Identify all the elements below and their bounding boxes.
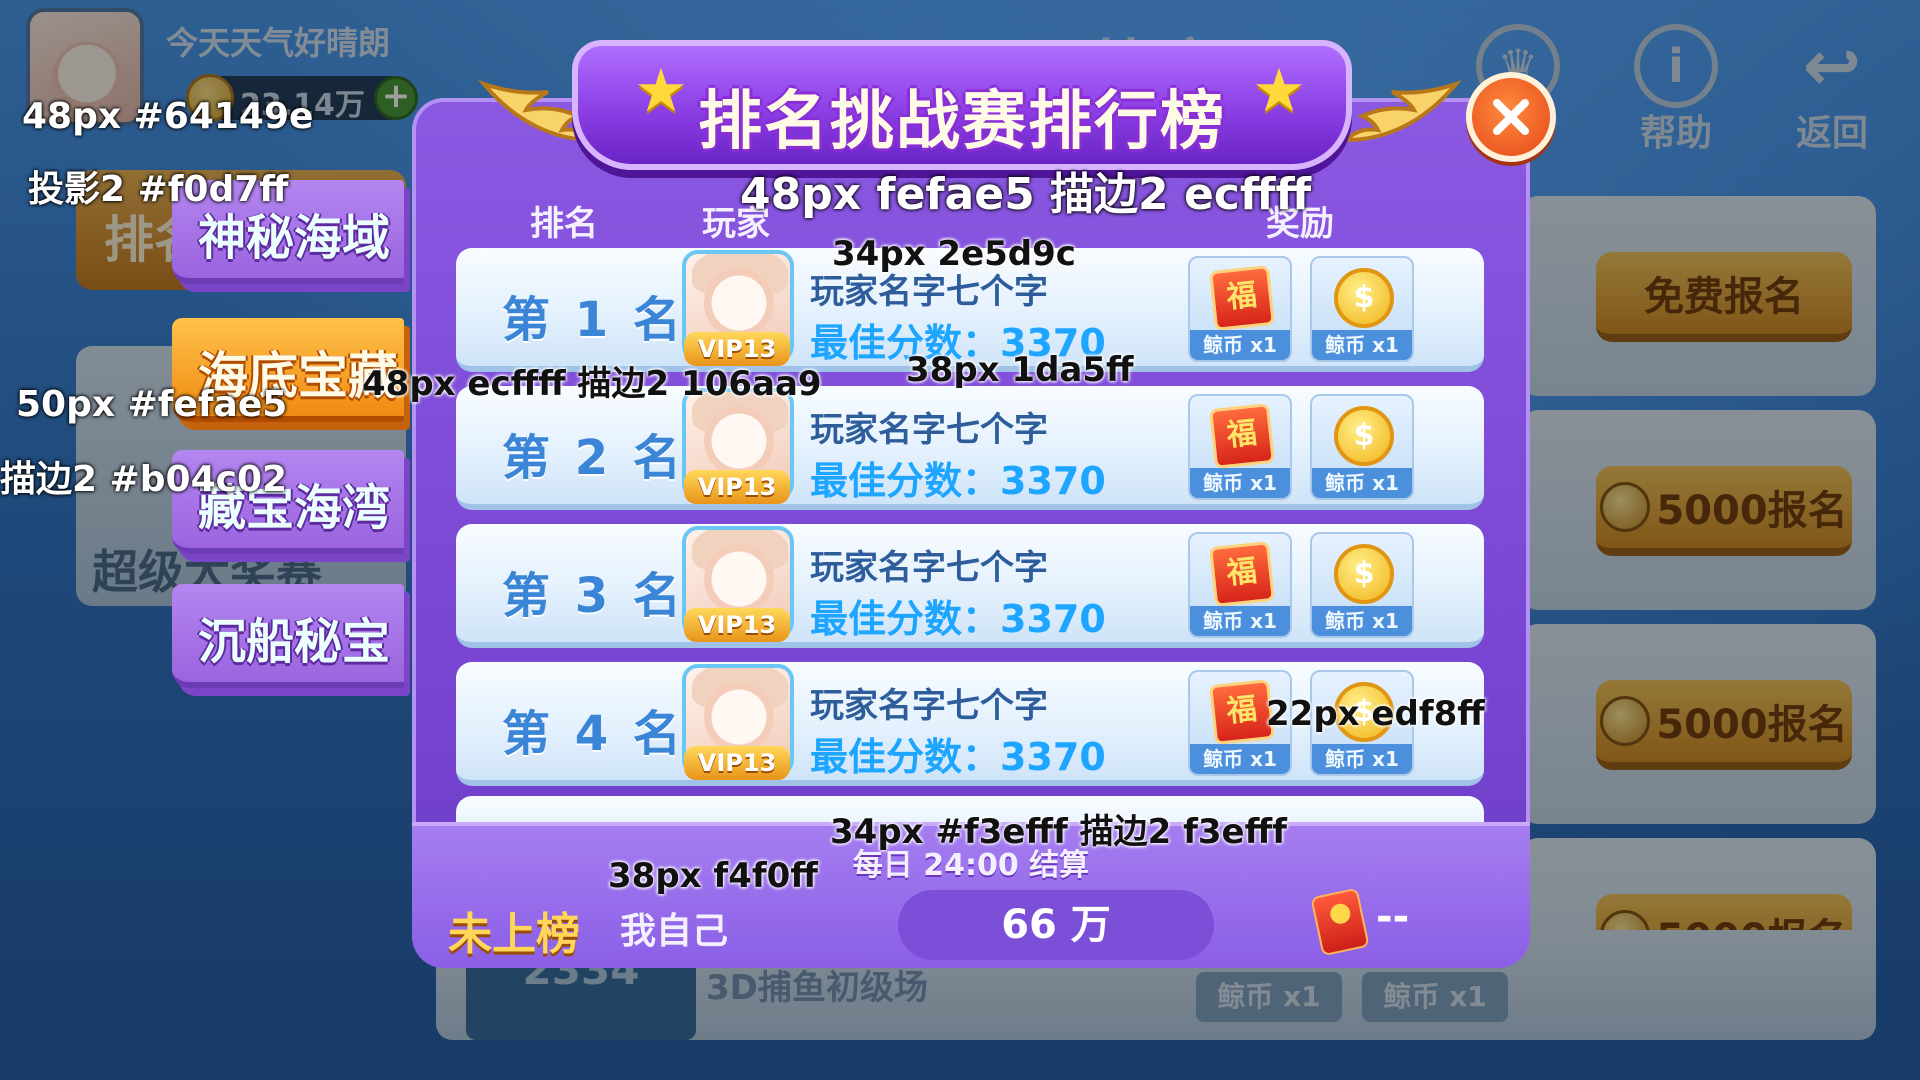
enroll-row: 免费报名 bbox=[1520, 196, 1876, 396]
reward-slot: $ 鲸币 x1 bbox=[1310, 532, 1414, 638]
rank-label: 第 4 名 bbox=[502, 706, 685, 762]
annotation-label: 投影2 #f0d7ff bbox=[28, 169, 289, 210]
coin-icon: $ bbox=[1334, 406, 1394, 466]
reward-slot: 福 鲸币 x1 bbox=[1188, 532, 1292, 638]
tab-label: 沉船秘宝 bbox=[198, 614, 391, 670]
dialog-title: 排名挑战赛排行榜 bbox=[698, 85, 1226, 159]
my-reward-value: -- bbox=[1376, 894, 1410, 940]
back-arrow-icon: ↩ bbox=[1802, 25, 1862, 107]
rank-label: 第 3 名 bbox=[502, 568, 685, 624]
coin-icon: $ bbox=[1334, 268, 1394, 328]
vip-badge: VIP13 bbox=[684, 746, 790, 780]
close-icon bbox=[1493, 99, 1529, 135]
help-button[interactable]: i 帮助 bbox=[1606, 24, 1746, 156]
reward-caption: 鲸币 x1 bbox=[1312, 330, 1412, 360]
enroll-label: 5000报名 bbox=[1656, 488, 1848, 534]
reward-caption: 鲸币 x1 bbox=[1190, 744, 1290, 774]
best-score: 最佳分数：3370 bbox=[810, 597, 1106, 641]
red-envelope-icon bbox=[1310, 887, 1370, 957]
reward-slot: $ 鲸币 x1 bbox=[1310, 394, 1414, 500]
close-button[interactable] bbox=[1466, 72, 1556, 162]
annotation-label: 48px fefae5 描边2 ecffff bbox=[740, 169, 1312, 220]
annotation-label: 34px #f3efff 描边2 f3efff bbox=[830, 812, 1287, 852]
enroll-5000-button[interactable]: 5000报名 bbox=[1596, 680, 1852, 770]
right-wing-icon bbox=[1342, 79, 1462, 143]
reward-slot: $ 鲸币 x1 bbox=[1310, 256, 1414, 362]
reward-caption: 鲸币 x1 bbox=[1312, 606, 1412, 636]
vip-badge: VIP13 bbox=[684, 470, 790, 504]
player-name: 玩家名字七个字 bbox=[810, 410, 1048, 450]
header-rank: 排名 bbox=[530, 204, 598, 244]
free-enroll-button[interactable]: 免费报名 bbox=[1596, 252, 1852, 342]
enroll-5000-button[interactable]: 5000报名 bbox=[1596, 466, 1852, 556]
enroll-label: 5000报名 bbox=[1656, 702, 1848, 748]
add-coins-button[interactable]: + bbox=[374, 76, 418, 120]
back-button[interactable]: ↩ 返回 bbox=[1762, 24, 1902, 156]
star-icon: ★ bbox=[634, 56, 688, 126]
annotation-label: 38px 1da5ff bbox=[906, 350, 1134, 390]
annotation-label: 38px f4f0ff bbox=[608, 856, 818, 896]
best-score: 最佳分数：3370 bbox=[810, 735, 1106, 779]
rank-label: 第 2 名 bbox=[502, 430, 685, 486]
reward-caption: 鲸币 x1 bbox=[1190, 606, 1290, 636]
reward-slot: 福 鲸币 x1 bbox=[1188, 256, 1292, 362]
reward-caption: 鲸币 x1 bbox=[1312, 468, 1412, 498]
reward-caption: 鲸币 x1 bbox=[1312, 744, 1412, 774]
coin-icon bbox=[1600, 482, 1651, 532]
coin-icon: $ bbox=[1334, 544, 1394, 604]
red-envelope-icon: 福 bbox=[1209, 265, 1275, 331]
title-banner: 排名挑战赛排行榜 bbox=[572, 40, 1352, 170]
coin-icon bbox=[1600, 696, 1651, 746]
reward-caption: 鲸币 x1 bbox=[1190, 330, 1290, 360]
player-name: 玩家名字七个字 bbox=[810, 686, 1048, 726]
enroll-row: 5000报名 bbox=[1520, 624, 1876, 824]
reward-slot: 福 鲸币 x1 bbox=[1188, 394, 1292, 500]
my-name-label: 我自己 bbox=[620, 911, 729, 952]
star-icon: ★ bbox=[1252, 56, 1306, 126]
back-label: 返回 bbox=[1795, 113, 1868, 154]
player-name: 玩家名字七个字 bbox=[810, 548, 1048, 588]
enroll-row: 5000报名 bbox=[1520, 410, 1876, 610]
annotation-label: 48px ecffff 描边2 106aa9 bbox=[362, 364, 822, 404]
tab-shipwreck-treasure[interactable]: 沉船秘宝 bbox=[172, 584, 404, 688]
enroll-label: 免费报名 bbox=[1644, 274, 1804, 320]
annotation-label: 48px #64149e bbox=[22, 96, 314, 137]
my-score: 66 万 bbox=[898, 890, 1214, 960]
vip-badge: VIP13 bbox=[684, 608, 790, 642]
my-rank-status: 未上榜 bbox=[448, 909, 580, 960]
help-label: 帮助 bbox=[1639, 113, 1712, 154]
reward-tag: 鲸币 x1 bbox=[1362, 972, 1508, 1022]
red-envelope-icon: 福 bbox=[1209, 541, 1275, 607]
annotation-label: 22px edf8ff bbox=[1266, 694, 1485, 734]
annotation-label: 50px #fefae5 bbox=[16, 384, 288, 425]
best-score: 最佳分数：3370 bbox=[810, 459, 1106, 503]
annotation-label: 描边2 #b04c02 bbox=[0, 459, 288, 500]
player-name: 今天天气好晴朗 bbox=[166, 24, 391, 62]
enroll-panel: 免费报名 5000报名 5000报名 5000报名 bbox=[1520, 196, 1876, 1038]
reward-tag: 鲸币 x1 bbox=[1196, 972, 1342, 1022]
annotation-label: 34px 2e5d9c bbox=[832, 234, 1076, 274]
red-envelope-icon: 福 bbox=[1209, 403, 1275, 469]
info-icon: i bbox=[1634, 24, 1718, 108]
rank-label: 第 1 名 bbox=[502, 292, 685, 348]
reward-caption: 鲸币 x1 bbox=[1190, 468, 1290, 498]
ranking-row[interactable]: 第 3 名 VIP13 玩家名字七个字 最佳分数：3370 福 鲸币 x1 $ … bbox=[456, 524, 1484, 648]
